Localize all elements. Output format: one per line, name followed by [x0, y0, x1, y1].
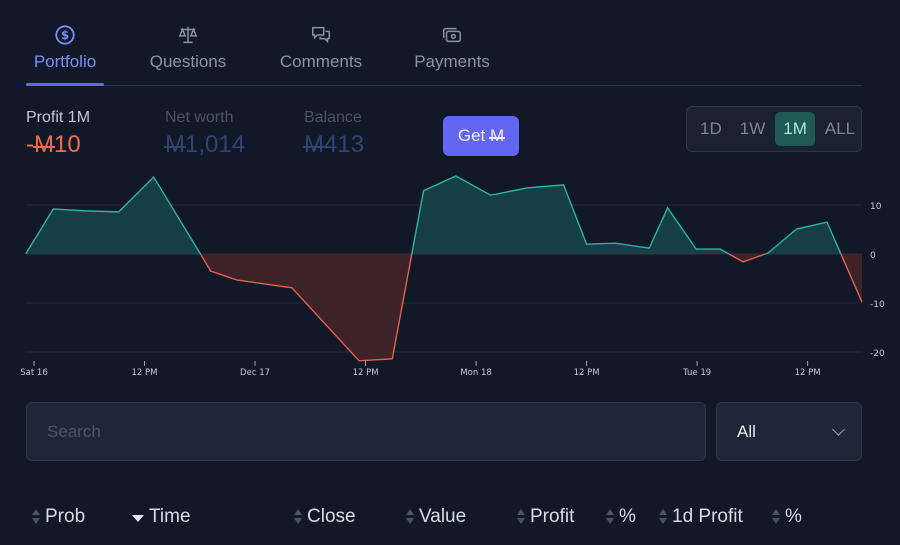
portfolio-tabs: $ Portfolio Questions Comments Payments: [26, 22, 862, 86]
column-header-1d-profit[interactable]: 1d Profit: [657, 505, 743, 529]
tab-comments[interactable]: Comments: [277, 22, 365, 85]
tab-payments[interactable]: Payments: [413, 22, 491, 85]
sort-icon: [770, 507, 782, 527]
get-button-label: Get: [457, 126, 486, 145]
profit-area-negative: [200, 254, 412, 361]
x-tick-label: 12 PM: [574, 368, 600, 378]
net-worth-amount: 1,014: [185, 131, 246, 158]
range-1d[interactable]: 1D: [692, 112, 730, 146]
sort-icon: [604, 507, 616, 527]
range-1w[interactable]: 1W: [732, 112, 774, 146]
profit-sign: -: [26, 131, 34, 158]
profit-value: -M10: [26, 130, 90, 160]
profit-area-positive: [411, 176, 730, 254]
net-worth-label: Net worth: [165, 109, 234, 126]
column-label: %: [785, 506, 802, 527]
balance-value: M413: [303, 130, 365, 160]
y-tick-label: -10: [870, 300, 885, 310]
svg-text:$: $: [61, 28, 69, 42]
profit-label: Profit 1M: [26, 109, 91, 126]
mana-symbol: M: [488, 126, 506, 145]
sort-desc-icon: [131, 507, 145, 527]
profit-stat: Profit 1M -M10: [26, 108, 90, 160]
chevron-down-icon: [832, 423, 845, 436]
sort-icon: [404, 507, 416, 527]
profit-amount: 10: [54, 131, 81, 158]
range-1m[interactable]: 1M: [775, 112, 815, 146]
column-label: Time: [149, 506, 191, 527]
balance-amount: 413: [324, 131, 365, 158]
filter-selected-value: All: [737, 421, 756, 441]
tab-questions[interactable]: Questions: [148, 22, 228, 85]
mana-symbol: M: [33, 131, 55, 158]
tab-label: Questions: [149, 52, 227, 71]
profit-chart: 10 0 -10 -20 Sat 16 12 PM Dec 17 12 PM Mon 18 12 …: [20, 175, 885, 378]
column-label: Close: [307, 506, 356, 527]
dollar-circle-icon: $: [55, 25, 75, 45]
x-tick-label: 12 PM: [353, 368, 379, 378]
column-label: Profit: [530, 506, 575, 527]
x-tick-label: Dec 17: [240, 368, 270, 378]
tab-label: Portfolio: [33, 52, 97, 71]
scale-icon: [178, 26, 198, 44]
y-tick-label: 0: [870, 251, 876, 261]
sort-icon: [30, 507, 42, 527]
column-header-prob[interactable]: Prob: [30, 505, 85, 529]
tab-label: Payments: [414, 52, 490, 71]
column-header-close[interactable]: Close: [292, 505, 356, 529]
column-label: %: [619, 506, 636, 527]
x-tick-label: 12 PM: [132, 368, 158, 378]
column-header-1d-percent[interactable]: %: [770, 505, 802, 529]
balance-label: Balance: [304, 109, 362, 126]
balance-stat: Balance M413: [303, 108, 365, 160]
x-tick-label: 12 PM: [795, 368, 821, 378]
search-input[interactable]: [26, 402, 706, 461]
mana-symbol: M: [303, 131, 325, 158]
sort-icon: [515, 507, 527, 527]
column-label: Prob: [45, 506, 86, 527]
column-header-time[interactable]: Time: [131, 505, 191, 529]
mana-symbol: M: [164, 131, 186, 158]
y-tick-label: -20: [870, 349, 885, 359]
chat-bubbles-icon: [312, 26, 330, 44]
x-tick-label: Sat 16: [20, 368, 47, 378]
tab-portfolio[interactable]: $ Portfolio: [26, 22, 104, 86]
sort-icon: [657, 507, 669, 527]
profit-area-positive: [25, 177, 201, 254]
net-worth-stat: Net worth M1,014: [164, 108, 246, 160]
net-worth-value: M1,014: [164, 130, 246, 160]
get-mana-button[interactable]: Get M: [443, 116, 519, 156]
tab-label: Comments: [279, 52, 363, 71]
range-all[interactable]: ALL: [817, 112, 863, 146]
sort-icon: [292, 507, 304, 527]
cash-icon: [443, 27, 461, 43]
column-label: Value: [419, 506, 467, 527]
time-range-selector: 1D 1W 1M ALL: [686, 106, 862, 152]
column-header-value[interactable]: Value: [404, 505, 466, 529]
y-tick-label: 10: [870, 202, 882, 212]
column-label: 1d Profit: [672, 506, 743, 527]
column-header-profit-percent[interactable]: %: [604, 505, 636, 529]
x-tick-label: Tue 19: [682, 368, 711, 378]
filter-select[interactable]: All: [716, 402, 862, 461]
column-header-profit[interactable]: Profit: [515, 505, 574, 529]
x-tick-label: Mon 18: [460, 368, 491, 378]
